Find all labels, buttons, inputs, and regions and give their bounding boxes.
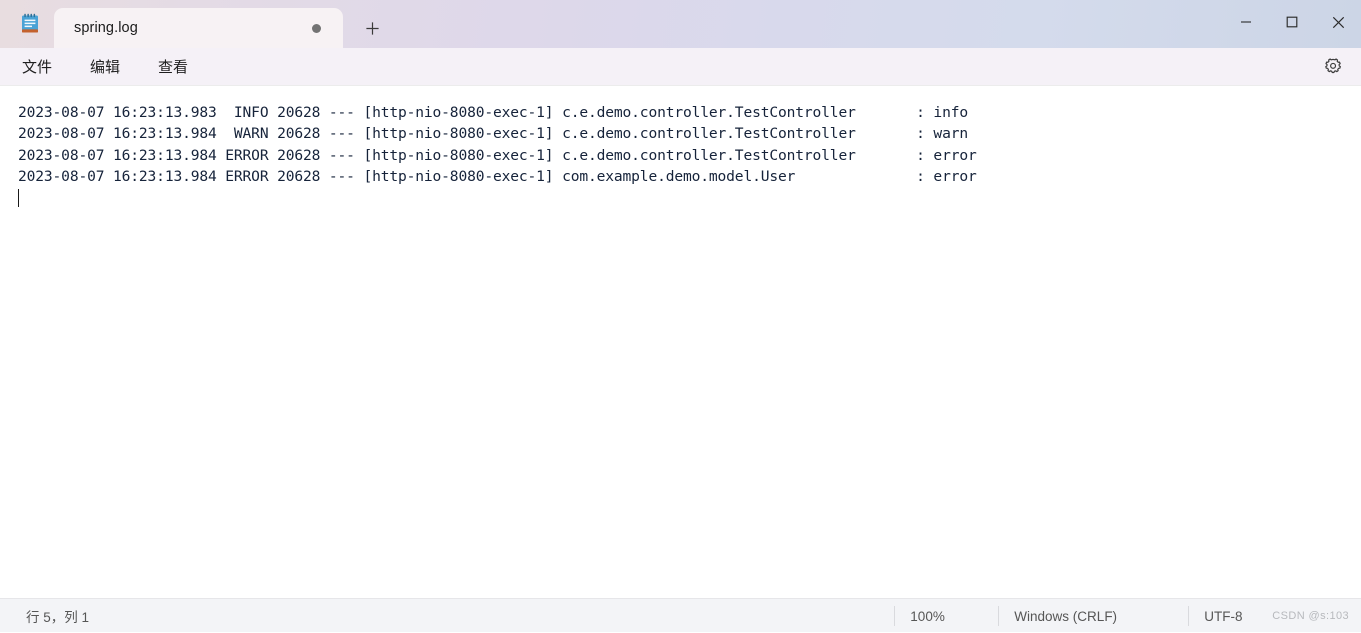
status-bar: 行 5，列 1 100% Windows (CRLF) UTF-8 CSDN @…	[0, 598, 1361, 632]
log-line: 2023-08-07 16:23:13.984 WARN 20628 --- […	[18, 125, 968, 143]
cursor-position: 行 5，列 1	[26, 609, 90, 625]
window-controls	[1223, 0, 1361, 44]
log-line: 2023-08-07 16:23:13.984 ERROR 20628 --- …	[18, 146, 977, 164]
notepad-window: spring.log 文件 编辑 查看 2023-08-07 16:23:13.…	[0, 0, 1361, 632]
close-button[interactable]	[1315, 0, 1361, 44]
tab-label: spring.log	[74, 20, 138, 36]
encoding[interactable]: UTF-8	[1188, 606, 1272, 626]
maximize-button[interactable]	[1269, 0, 1315, 44]
watermark: CSDN @s:103	[1272, 610, 1349, 622]
log-line-empty	[18, 187, 1361, 210]
new-tab-button[interactable]	[349, 8, 395, 48]
tab-spring-log[interactable]: spring.log	[54, 8, 343, 48]
title-bar: spring.log	[0, 0, 1361, 48]
minimize-button[interactable]	[1223, 0, 1269, 44]
zoom-level[interactable]: 100%	[894, 606, 998, 626]
unsaved-changes-dot	[312, 23, 321, 33]
menu-item-view[interactable]: 查看	[144, 52, 202, 81]
line-ending[interactable]: Windows (CRLF)	[998, 606, 1188, 626]
log-line: 2023-08-07 16:23:13.984 ERROR 20628 --- …	[18, 167, 977, 185]
notepad-icon	[18, 12, 42, 36]
gear-icon[interactable]	[1317, 51, 1349, 83]
text-editor-area[interactable]: 2023-08-07 16:23:13.983 INFO 20628 --- […	[0, 86, 1361, 598]
text-caret	[18, 189, 19, 208]
status-bar-right: 100% Windows (CRLF) UTF-8 CSDN @s:103	[894, 599, 1361, 633]
menu-item-edit[interactable]: 编辑	[76, 52, 134, 81]
log-line: 2023-08-07 16:23:13.983 INFO 20628 --- […	[18, 104, 968, 121]
tab-strip: spring.log	[0, 0, 395, 48]
menu-bar: 文件 编辑 查看	[0, 48, 1361, 86]
menu-item-file[interactable]: 文件	[8, 52, 66, 81]
